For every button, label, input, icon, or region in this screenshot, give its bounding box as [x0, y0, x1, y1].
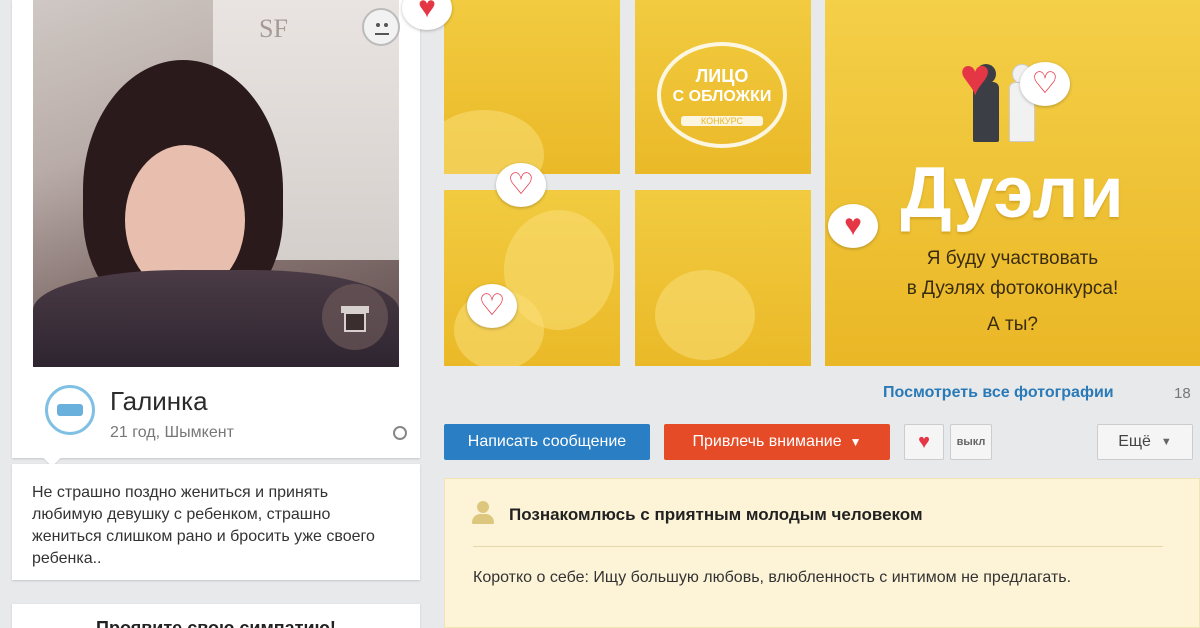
photo-tile-4[interactable]	[635, 190, 811, 366]
sympathy-title: Проявите свою симпатию!	[96, 618, 336, 628]
mood-icon[interactable]	[362, 8, 400, 46]
chevron-down-icon: ▼	[849, 435, 862, 449]
photo-watermark: SF	[259, 14, 288, 43]
photo-tile-1[interactable]	[444, 0, 620, 174]
attract-attention-label: Привлечь внимание	[692, 433, 842, 450]
duel-title: Дуэли	[900, 153, 1125, 233]
all-photos-link[interactable]: Посмотреть все фотографии	[883, 384, 1114, 402]
heart-icon[interactable]: ♡	[496, 163, 546, 207]
user-status: Не страшно поздно жениться и принять люб…	[12, 464, 420, 580]
cover-badge-line2: С ОБЛОЖКИ	[672, 88, 772, 105]
like-button[interactable]: ♥	[904, 424, 944, 460]
duel-line-1: Я буду участвовать	[926, 248, 1099, 269]
heart-icon: ♥	[959, 49, 991, 107]
more-label: Ещё	[1118, 433, 1151, 450]
heart-icon: ♡	[1020, 62, 1070, 106]
online-status-icon	[393, 426, 407, 440]
status-text: Не страшно поздно жениться и принять люб…	[32, 484, 375, 567]
cover-contest-badge: ЛИЦО С ОБЛОЖКИ КОНКУРС	[657, 42, 787, 148]
photo-tile-3[interactable]	[444, 190, 620, 366]
cover-badge-line3: КОНКУРС	[681, 116, 763, 126]
heart-icon: ♥	[918, 430, 930, 453]
divider	[473, 546, 1163, 547]
more-button[interactable]: Ещё ▼	[1097, 424, 1193, 460]
off-toggle-label: выкл	[956, 436, 986, 448]
duel-line-2: в Дуэлях фотоконкурса!	[906, 278, 1119, 299]
profile-card: SF Галинка 21 год, Шымкент	[12, 0, 420, 467]
gift-icon[interactable]	[322, 284, 388, 350]
user-badge-icon[interactable]	[45, 385, 95, 435]
duel-line-3: А ты?	[987, 314, 1038, 335]
heart-icon[interactable]: ♥	[828, 204, 878, 248]
send-message-button[interactable]: Написать сообщение	[444, 424, 650, 460]
send-message-label: Написать сообщение	[467, 433, 627, 450]
about-heading: Познакомлюсь с приятным молодым человеко…	[509, 505, 923, 524]
about-text: Коротко о себе: Ищу большую любовь, влюб…	[473, 569, 1072, 586]
user-name[interactable]: Галинка	[110, 386, 208, 417]
photo-count: 18	[1174, 385, 1191, 402]
attract-attention-button[interactable]: Привлечь внимание ▼	[664, 424, 890, 460]
cover-badge-line1: ЛИЦО	[695, 66, 749, 86]
person-icon	[471, 501, 495, 525]
user-age-city: 21 год, Шымкент	[110, 424, 234, 441]
heart-icon[interactable]: ♡	[467, 284, 517, 328]
off-toggle-button[interactable]: выкл	[950, 424, 992, 460]
chevron-down-icon: ▼	[1160, 436, 1172, 448]
about-card: Познакомлюсь с приятным молодым человеко…	[444, 478, 1200, 628]
sympathy-card: Проявите свою симпатию!	[12, 604, 420, 628]
